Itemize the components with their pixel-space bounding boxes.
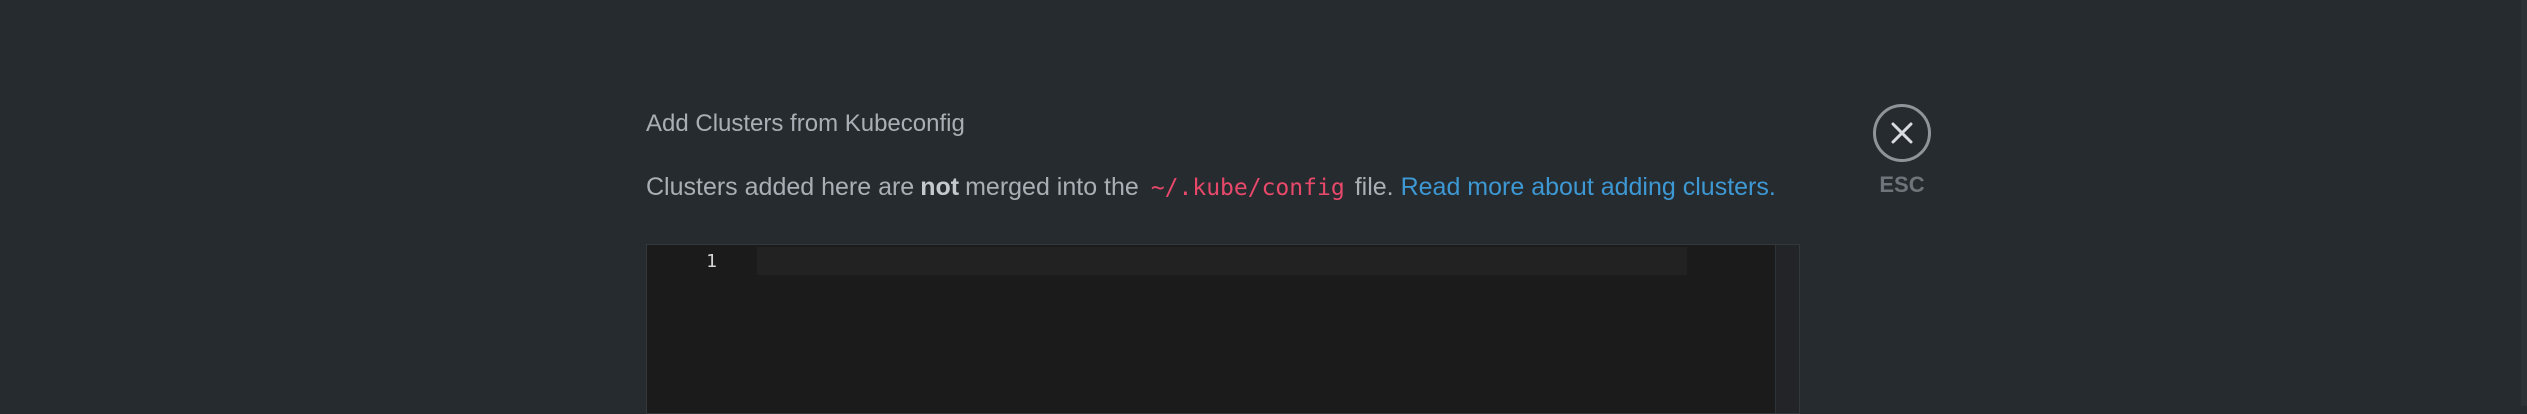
info-prefix: Clusters added here are: [646, 173, 915, 201]
close-control: ESC: [1870, 104, 1934, 198]
info-suffix: file.: [1354, 173, 1394, 201]
close-button[interactable]: [1873, 104, 1931, 162]
info-emphasis: not: [920, 173, 960, 201]
page: Add Clusters from Kubeconfig Clusters ad…: [0, 0, 2527, 414]
editor-scrollbar[interactable]: [1775, 245, 1799, 413]
esc-label: ESC: [1879, 172, 1925, 197]
close-icon: [1891, 122, 1913, 144]
kubeconfig-input[interactable]: [757, 245, 1757, 413]
info-text: Clusters added here are not merged into …: [646, 173, 1776, 202]
window-scrollbar[interactable]: [2521, 0, 2527, 406]
kubeconfig-path: ~/.kube/config: [1150, 175, 1345, 201]
line-number: 1: [706, 251, 717, 272]
read-more-link[interactable]: Read more about adding clusters.: [1401, 173, 1776, 202]
dialog-title: Add Clusters from Kubeconfig: [646, 110, 965, 137]
info-middle: merged into the: [965, 173, 1139, 201]
kubeconfig-editor[interactable]: 1: [646, 244, 1800, 414]
editor-gutter: 1: [647, 245, 757, 413]
